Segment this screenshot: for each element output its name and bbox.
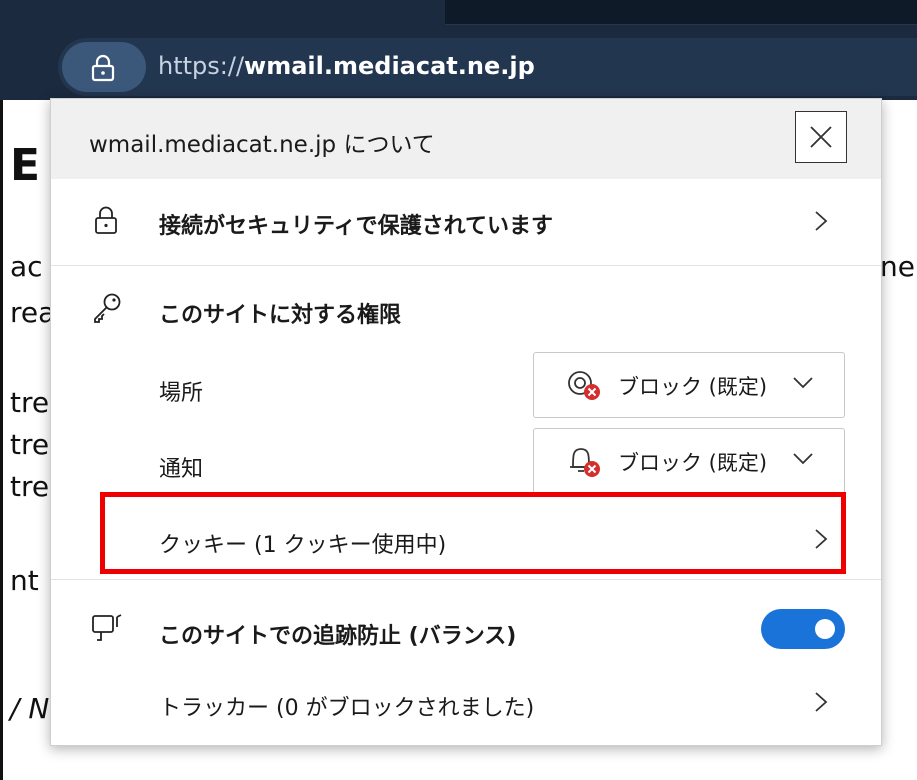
- notification-permission-value: ブロック (既定): [618, 451, 768, 475]
- chevron-down-icon: [792, 375, 814, 394]
- site-info-button[interactable]: [62, 42, 146, 92]
- url-text[interactable]: https://wmail.mediacat.ne.jp: [158, 52, 535, 80]
- page-text-fragment: ac: [10, 250, 43, 283]
- page-text-fragment: tre: [10, 470, 50, 503]
- toggle-knob: [815, 619, 835, 639]
- notification-permission-dropdown[interactable]: ブロック (既定): [533, 428, 845, 494]
- page-text-fragment: nt: [10, 564, 39, 597]
- page-text-fragment: tre: [10, 428, 50, 461]
- page-heading-fragment: E: [10, 140, 41, 191]
- divider: [51, 265, 881, 266]
- page-text-fragment: / N: [10, 692, 50, 725]
- popup-header: wmail.mediacat.ne.jp について: [51, 99, 881, 179]
- chevron-down-icon: [792, 451, 814, 470]
- lock-icon: [90, 54, 116, 86]
- highlight-box: [100, 492, 846, 574]
- notification-permission-label: 通知: [159, 457, 204, 482]
- tracking-prevention-label: このサイトでの追跡防止 (バランス): [159, 624, 517, 649]
- url-host: wmail.mediacat.ne.jp: [244, 52, 535, 80]
- tracking-prevention-icon: [91, 613, 125, 647]
- tab-strip: [445, 0, 917, 25]
- location-permission-dropdown[interactable]: ブロック (既定): [533, 352, 845, 418]
- page-text-fragment: ne: [880, 250, 915, 283]
- trackers-label: トラッカー (0 がブロックされました): [159, 696, 535, 721]
- location-blocked-icon: [564, 369, 604, 407]
- url-scheme: https://: [158, 52, 245, 80]
- key-icon: [91, 291, 123, 327]
- chevron-right-icon: [813, 209, 829, 237]
- popup-title: wmail.mediacat.ne.jp について: [89, 132, 435, 158]
- trackers-row[interactable]: トラッカー (0 がブロックされました): [51, 665, 881, 739]
- page-text-fragment: tre: [10, 386, 50, 419]
- location-permission-label: 場所: [159, 381, 204, 406]
- close-icon: [810, 126, 832, 148]
- permissions-heading: このサイトに対する権限: [159, 303, 402, 328]
- notification-blocked-icon: [564, 445, 604, 483]
- page-edge: [0, 100, 3, 780]
- close-button[interactable]: [795, 111, 847, 163]
- page-text-fragment: rea: [10, 296, 56, 329]
- divider: [51, 579, 881, 580]
- lock-icon: [93, 205, 119, 239]
- location-permission-value: ブロック (既定): [618, 375, 768, 399]
- site-info-popup: wmail.mediacat.ne.jp について 接続がセキュリティで保護され…: [50, 98, 882, 746]
- tracking-prevention-toggle[interactable]: [761, 609, 845, 649]
- connection-security-row[interactable]: 接続がセキュリティで保護されています: [51, 179, 881, 265]
- connection-security-label: 接続がセキュリティで保護されています: [159, 214, 554, 239]
- chevron-right-icon: [813, 690, 829, 718]
